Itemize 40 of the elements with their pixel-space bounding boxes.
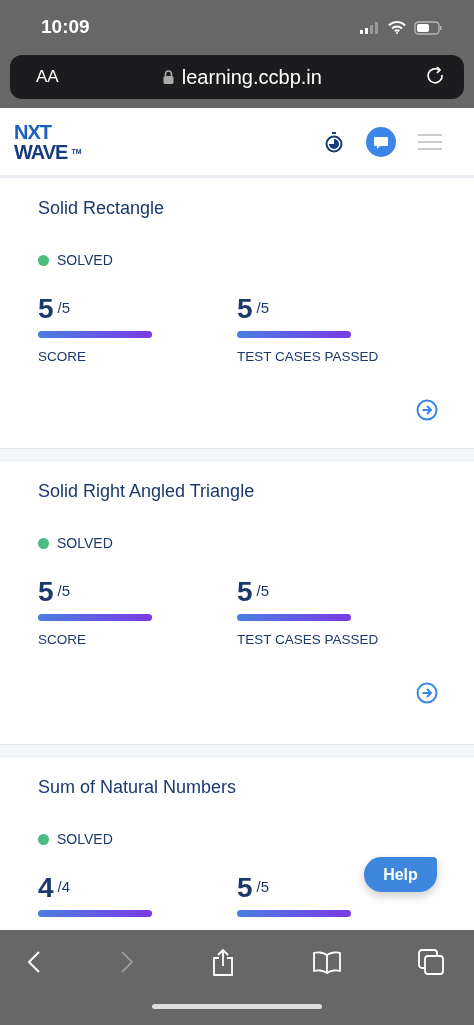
score-total: /5 (256, 580, 270, 601)
battery-icon (414, 20, 442, 35)
logo-text: NXT (14, 121, 53, 142)
score-value: 4 (38, 873, 54, 902)
score-value: 5 (237, 294, 253, 323)
stopwatch-icon[interactable] (324, 130, 344, 153)
score-total: /5 (57, 297, 71, 318)
score-total: /5 (57, 580, 71, 601)
logo-text: WAVE (14, 141, 68, 162)
problem-title: Solid Right Angled Triangle (38, 481, 256, 503)
metric-label: TEST CASES PASSED (237, 347, 380, 366)
arrow-circle-icon[interactable] (416, 681, 438, 704)
wifi-icon (388, 21, 406, 34)
arrow-circle-icon[interactable] (416, 398, 438, 421)
metric-label: TEST CASES PASSED (237, 630, 380, 649)
help-button[interactable]: Help (364, 857, 437, 892)
status-text: SOLVED (57, 533, 113, 553)
url-text[interactable]: learning.ccbp.in (181, 62, 322, 92)
metric-label: SCORE (38, 630, 87, 649)
share-icon[interactable] (211, 948, 235, 976)
score-value: 5 (38, 577, 54, 606)
status-time: 10:09 (41, 15, 90, 40)
problem-title: Sum of Natural Numbers (38, 777, 238, 799)
lock-icon (162, 70, 174, 84)
status-text: SOLVED (57, 829, 113, 849)
signal-icon (360, 21, 380, 34)
status-text: SOLVED (57, 250, 113, 270)
chat-icon[interactable] (366, 126, 396, 157)
tabs-icon[interactable] (418, 949, 444, 975)
problem-title: Solid Rectangle (38, 198, 166, 220)
score-total: /5 (256, 876, 270, 897)
back-icon[interactable] (26, 950, 42, 974)
metric-label: SCORE (38, 347, 87, 366)
score-value: 5 (38, 294, 54, 323)
score-value: 5 (237, 577, 253, 606)
score-total: /4 (57, 876, 71, 897)
score-total: /5 (256, 297, 270, 318)
book-icon[interactable] (311, 950, 342, 974)
score-value: 5 (237, 873, 253, 902)
text-size-button[interactable]: AA (36, 64, 59, 90)
